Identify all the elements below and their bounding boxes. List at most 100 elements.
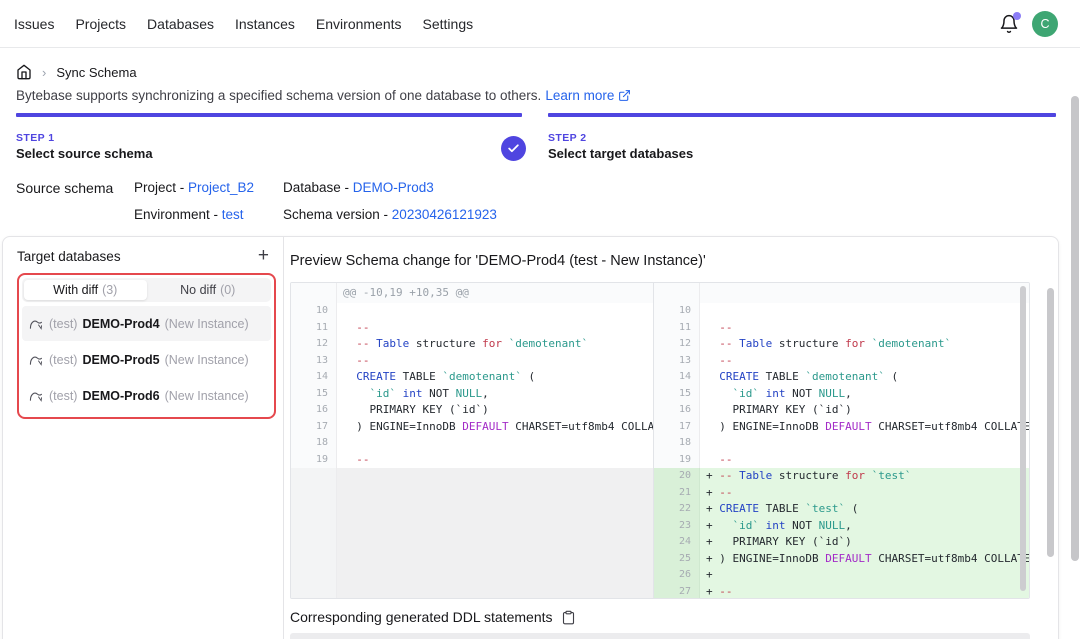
diff-pane-target: 1011 --12 -- Table structure for `demote… xyxy=(654,283,1029,598)
field-environment: Environment - test xyxy=(134,207,244,222)
tab-no-diff[interactable]: No diff (0) xyxy=(147,280,270,300)
database-note: (New Instance) xyxy=(165,389,249,403)
schema-version-label: Schema version - xyxy=(283,207,392,222)
database-name: DEMO-Prod5 xyxy=(82,353,159,367)
project-label: Project - xyxy=(134,180,188,195)
database-name: DEMO-Prod6 xyxy=(82,389,159,403)
database-environment: (test) xyxy=(49,317,77,331)
copy-ddl-button[interactable] xyxy=(561,610,576,625)
home-icon[interactable] xyxy=(16,64,32,80)
diff-filler-line xyxy=(291,567,653,584)
ddl-statements-label: Corresponding generated DDL statements xyxy=(290,609,553,625)
diff-line: 20+ -- Table structure for `test` xyxy=(654,468,1029,485)
ddl-statements-row: Corresponding generated DDL statements xyxy=(290,609,576,625)
diff-line: 25+ ) ENGINE=InnoDB DEFAULT CHARSET=utf8… xyxy=(654,551,1029,568)
database-name: DEMO-Prod4 xyxy=(82,317,159,331)
top-bar-right: C xyxy=(999,11,1066,37)
environment-label: Environment - xyxy=(134,207,222,222)
mysql-icon xyxy=(29,389,44,403)
database-note: (New Instance) xyxy=(165,317,249,331)
intro-text: Bytebase supports synchronizing a specif… xyxy=(16,88,541,103)
diff-filler-line xyxy=(291,584,653,599)
avatar[interactable]: C xyxy=(1032,11,1058,37)
diff-line: 16 PRIMARY KEY (`id`) xyxy=(291,402,653,419)
nav-item-issues[interactable]: Issues xyxy=(14,16,54,32)
diff-hunk-header: @@ -10,19 +10,35 @@ xyxy=(291,283,653,303)
tab-label: No diff xyxy=(180,283,216,297)
external-link-icon[interactable] xyxy=(618,89,631,102)
diff-line: 11 -- xyxy=(291,320,653,337)
diff-filler-line xyxy=(291,534,653,551)
diff-line: 13 -- xyxy=(654,353,1029,370)
step-2-progress-bar xyxy=(548,113,1056,117)
diff-line: 13 -- xyxy=(291,353,653,370)
learn-more-link[interactable]: Learn more xyxy=(545,88,614,103)
diff-line: 15 `id` int NOT NULL, xyxy=(291,386,653,403)
diff-filler-line xyxy=(291,501,653,518)
step-1-title: Select source schema xyxy=(16,146,522,161)
nav-item-settings[interactable]: Settings xyxy=(423,16,474,32)
tab-count: (3) xyxy=(102,283,117,297)
database-item-demo-prod5[interactable]: (test) DEMO-Prod5 (New Instance) xyxy=(22,342,271,377)
schema-version-link[interactable]: 20230426121923 xyxy=(392,207,497,222)
step-2-label: STEP 2 xyxy=(548,132,1056,144)
breadcrumb: › Sync Schema xyxy=(16,64,137,80)
step-1: STEP 1 Select source schema xyxy=(16,113,522,161)
diff-line: 27+ -- xyxy=(654,584,1029,599)
diff-line: 14 CREATE TABLE `demotenant` ( xyxy=(654,369,1029,386)
database-environment: (test) xyxy=(49,353,77,367)
chevron-right-icon: › xyxy=(42,65,46,80)
step-1-label: STEP 1 xyxy=(16,132,522,144)
top-bar: Issues Projects Databases Instances Environm… xyxy=(0,0,1080,48)
diff-line: 22+ CREATE TABLE `test` ( xyxy=(654,501,1029,518)
diff-line: 24+ PRIMARY KEY (`id`) xyxy=(654,534,1029,551)
notification-dot xyxy=(1013,12,1021,20)
diff-line: 11 -- xyxy=(654,320,1029,337)
diff-line: 10 xyxy=(291,303,653,320)
database-note: (New Instance) xyxy=(165,353,249,367)
content-scrollbar[interactable] xyxy=(1047,288,1054,557)
schema-diff-viewer: @@ -10,19 +10,35 @@1011 --12 -- Table st… xyxy=(290,282,1030,599)
notification-bell-button[interactable] xyxy=(999,14,1019,34)
database-link[interactable]: DEMO-Prod3 xyxy=(353,180,434,195)
target-databases-panel: Target databases + With diff(3)No diff(0… xyxy=(3,237,284,639)
diff-filler-line xyxy=(291,518,653,535)
page-scrollbar[interactable] xyxy=(1071,96,1079,561)
environment-link[interactable]: test xyxy=(222,207,244,222)
diff-line: 17 ) ENGINE=InnoDB DEFAULT CHARSET=utf8m… xyxy=(654,419,1029,436)
diff-line: 15 `id` int NOT NULL, xyxy=(654,386,1029,403)
tab-count: (0) xyxy=(220,283,235,297)
database-item-demo-prod4[interactable]: (test) DEMO-Prod4 (New Instance) xyxy=(22,306,271,341)
source-schema-label: Source schema xyxy=(16,180,113,196)
diff-filler-line xyxy=(291,468,653,485)
diff-line: 19 -- xyxy=(291,452,653,469)
diff-scrollbar[interactable] xyxy=(1020,286,1026,591)
diff-line: 10 xyxy=(654,303,1029,320)
mysql-icon xyxy=(29,353,44,367)
nav-item-databases[interactable]: Databases xyxy=(147,16,214,32)
target-database-list: (test) DEMO-Prod4 (New Instance) (test) DEMO… xyxy=(22,306,271,413)
diff-filler-line xyxy=(291,551,653,568)
nav-item-environments[interactable]: Environments xyxy=(316,16,402,32)
diff-line: 12 -- Table structure for `demotenant` xyxy=(291,336,653,353)
diff-line: 16 PRIMARY KEY (`id`) xyxy=(654,402,1029,419)
intro-text-row: Bytebase supports synchronizing a specif… xyxy=(16,88,631,103)
diff-line: 23+ `id` int NOT NULL, xyxy=(654,518,1029,535)
main-card: Target databases + With diff(3)No diff(0… xyxy=(2,236,1059,639)
diff-line: 18 xyxy=(654,435,1029,452)
field-schema-version: Schema version - 20230426121923 xyxy=(283,207,497,222)
database-item-demo-prod6[interactable]: (test)DEMO-Prod6(New Instance) xyxy=(22,378,271,413)
diff-hunk-header xyxy=(654,283,1029,303)
field-project: Project - Project_B2 xyxy=(134,180,254,195)
add-target-database-button[interactable]: + xyxy=(258,247,269,265)
step-2-title: Select target databases xyxy=(548,146,1056,161)
project-link[interactable]: Project_B2 xyxy=(188,180,254,195)
diff-filler-line xyxy=(291,485,653,502)
clipboard-icon xyxy=(561,610,576,625)
nav-item-instances[interactable]: Instances xyxy=(235,16,295,32)
diff-line: 26+ xyxy=(654,567,1029,584)
page-title: Sync Schema xyxy=(56,65,136,80)
nav-item-projects[interactable]: Projects xyxy=(75,16,126,32)
tab-with-diff[interactable]: With diff(3) xyxy=(24,280,147,300)
diff-line: 18 xyxy=(291,435,653,452)
